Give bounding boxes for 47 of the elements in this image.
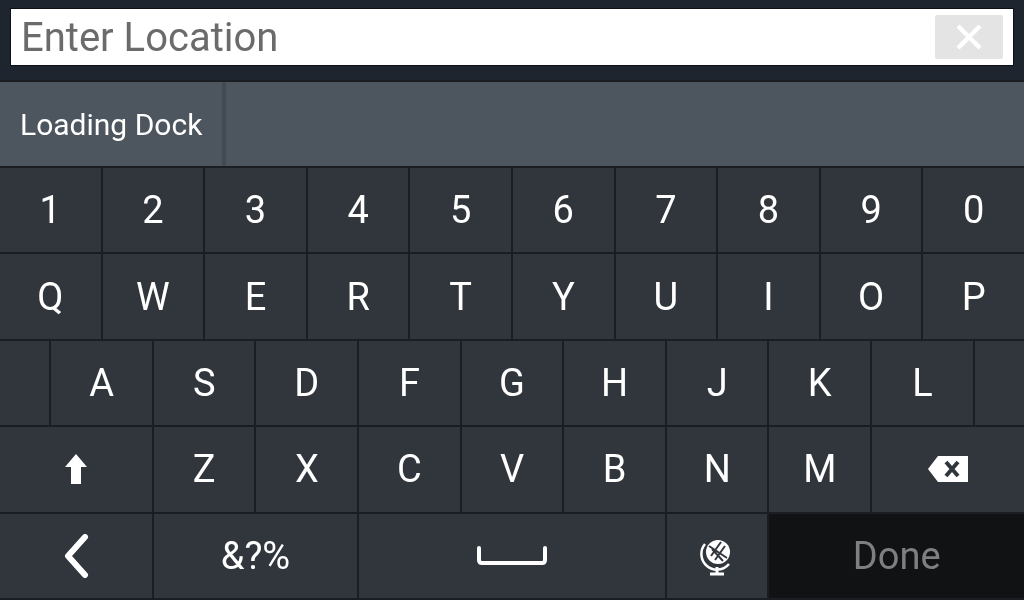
key[interactable]: D [256, 340, 358, 426]
chevron-left-icon [62, 533, 89, 578]
key[interactable]: Z [153, 427, 255, 512]
shift-icon [64, 454, 87, 485]
location-field[interactable]: Enter Location [10, 8, 1014, 66]
key[interactable]: 4 [307, 168, 409, 253]
key[interactable]: V [461, 427, 563, 512]
key[interactable]: K [769, 340, 871, 426]
key[interactable]: F [359, 340, 460, 426]
key[interactable]: Y [513, 254, 614, 339]
key[interactable]: 5 [410, 168, 511, 253]
key[interactable]: 3 [205, 168, 306, 253]
key[interactable]: B [564, 427, 665, 512]
backspace-key[interactable] [872, 427, 1024, 512]
key[interactable]: M [769, 427, 871, 512]
key[interactable]: H [564, 340, 665, 426]
key[interactable]: U [615, 254, 717, 339]
key[interactable]: W [102, 254, 204, 339]
back-key[interactable] [0, 513, 152, 598]
key[interactable]: P [923, 254, 1024, 339]
key[interactable]: 9 [820, 168, 922, 253]
key[interactable]: T [410, 254, 511, 339]
key[interactable]: X [256, 427, 358, 512]
key[interactable]: 6 [513, 168, 614, 253]
globe-key[interactable] [666, 513, 768, 598]
key[interactable]: R [307, 254, 409, 339]
key[interactable]: I [718, 254, 819, 339]
key[interactable]: L [872, 340, 973, 426]
key[interactable]: &?% [153, 513, 358, 598]
key[interactable]: C [359, 427, 460, 512]
key[interactable]: O [820, 254, 922, 339]
key[interactable]: 1 [0, 168, 101, 253]
key[interactable]: J [666, 340, 768, 426]
close-icon [956, 24, 982, 50]
key[interactable]: 0 [923, 168, 1024, 253]
key[interactable]: Q [0, 254, 101, 339]
backspace-icon [928, 456, 969, 483]
key[interactable]: 8 [718, 168, 819, 253]
key[interactable]: S [153, 340, 255, 426]
shift-key[interactable] [0, 427, 152, 512]
key[interactable]: G [461, 340, 563, 426]
space-icon [476, 545, 548, 566]
key[interactable]: 7 [615, 168, 717, 253]
key[interactable]: N [666, 427, 768, 512]
key[interactable]: E [205, 254, 306, 339]
key[interactable]: A [51, 340, 152, 426]
key[interactable]: 2 [102, 168, 204, 253]
